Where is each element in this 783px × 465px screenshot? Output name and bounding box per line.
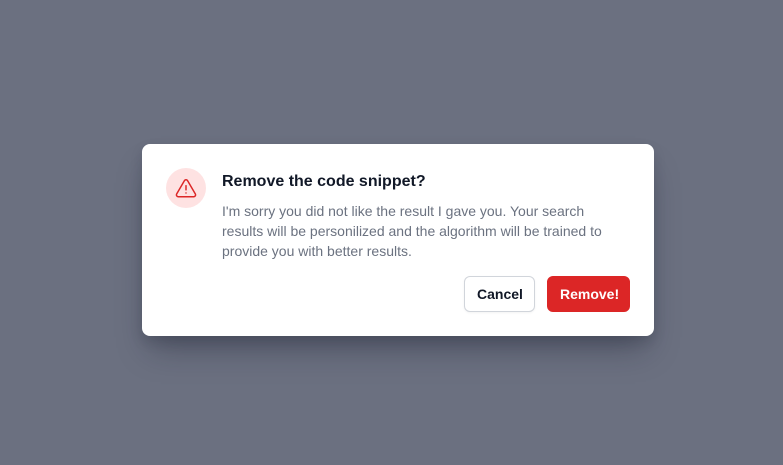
dialog-actions: Cancel Remove! — [464, 276, 630, 312]
dialog-message: I'm sorry you did not like the result I … — [222, 203, 602, 259]
warning-triangle-icon — [175, 177, 197, 199]
cancel-button[interactable]: Cancel — [464, 276, 535, 312]
remove-button[interactable]: Remove! — [547, 276, 630, 312]
confirm-remove-dialog: Remove the code snippet? I'm sorry you d… — [142, 144, 654, 336]
warning-icon-badge — [166, 168, 206, 208]
dialog-title: Remove the code snippet? — [222, 173, 426, 190]
